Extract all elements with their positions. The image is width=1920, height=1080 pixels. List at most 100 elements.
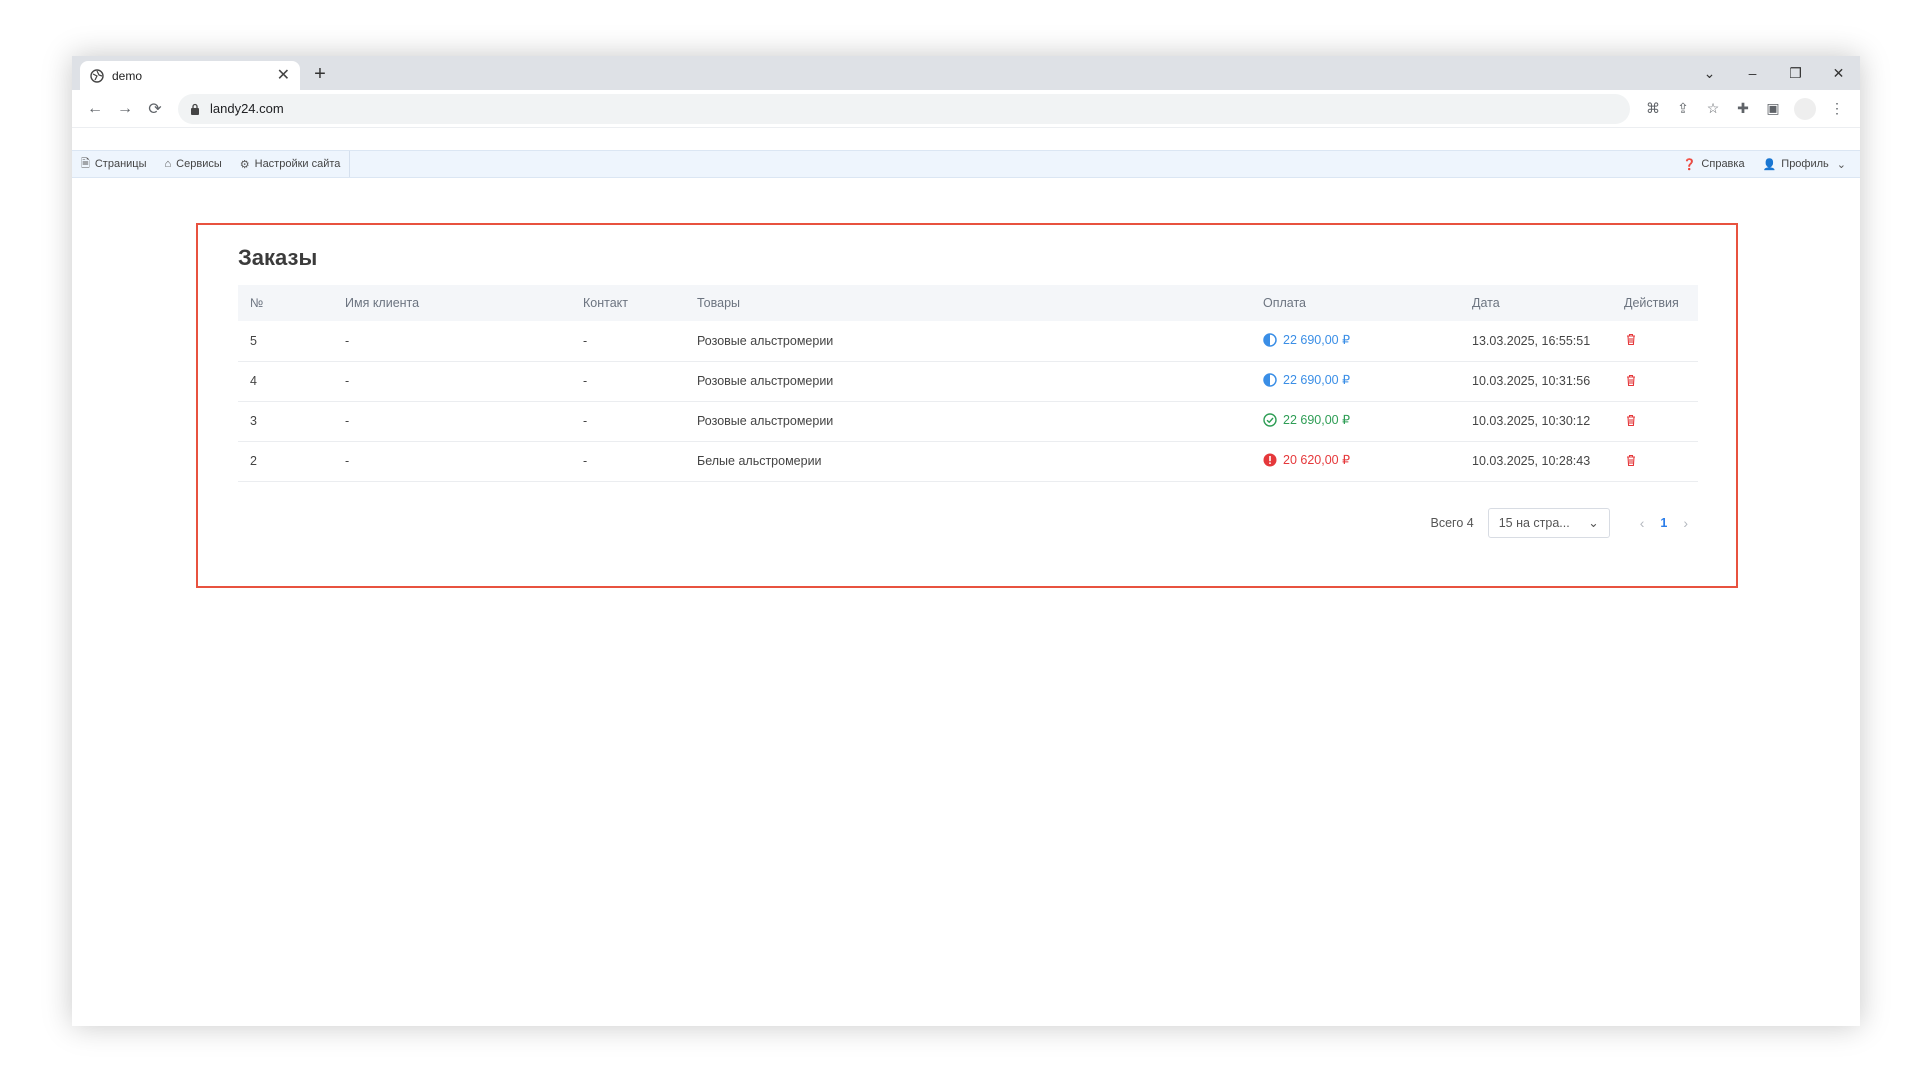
browser-window: demo ✕ + ⌄ – ❐ ✕ ← → ⟳ landy24.com ⌘ ⇪ ☆… [72, 56, 1860, 1026]
back-button[interactable]: ← [80, 94, 110, 124]
page-title: Заказы [238, 245, 318, 270]
payment-amount: 20 620,00 ₽ [1283, 453, 1351, 468]
payment-status[interactable]: 22 690,00 ₽ [1263, 412, 1350, 427]
admin-profile-label: Профиль [1781, 158, 1829, 170]
contact: - [571, 361, 685, 402]
admin-bar: 🗎 Страницы ⌂ Сервисы ⚙ Настройки сайта ❓… [72, 150, 1860, 178]
order-number: 2 [238, 441, 333, 482]
window-controls: ⌄ – ❐ ✕ [1688, 56, 1860, 90]
orders-panel: Заказы № Имя клиента Контакт Товары Опла… [196, 223, 1738, 588]
payment-cell: 22 690,00 ₽ [1251, 321, 1460, 362]
trash-icon[interactable] [1624, 332, 1638, 346]
client-name: - [333, 401, 571, 442]
tab-title: demo [112, 68, 143, 83]
side-panel-icon[interactable]: ▣ [1758, 94, 1788, 124]
table-header-row: № Имя клиента Контакт Товары Оплата Дата… [238, 285, 1698, 321]
order-date: 13.03.2025, 16:55:51 [1460, 321, 1612, 362]
gear-icon: ⚙ [239, 158, 250, 171]
next-page-button[interactable]: › [1673, 515, 1698, 531]
payment-amount: 22 690,00 ₽ [1283, 333, 1351, 347]
trash-icon[interactable] [1624, 413, 1638, 427]
column-header-goods[interactable]: Товары [685, 285, 1251, 321]
actions-cell [1612, 401, 1698, 442]
profile-avatar[interactable] [1794, 97, 1816, 120]
translate-icon[interactable]: ⌘ [1638, 94, 1668, 124]
orders-table: № Имя клиента Контакт Товары Оплата Дата… [238, 285, 1698, 482]
payment-status[interactable]: 22 690,00 ₽ [1263, 372, 1350, 387]
contact: - [571, 441, 685, 482]
table-row[interactable]: 5 - - Розовые альстромерии 22 690,00 ₽ 1… [238, 321, 1698, 362]
new-tab-button[interactable]: + [308, 62, 332, 86]
goods: Белые альстромерии [685, 441, 1251, 482]
contact: - [571, 321, 685, 362]
contact: - [571, 401, 685, 442]
pagination: Всего 4 15 на стра... ⌄ ‹ 1 › [238, 507, 1698, 538]
prev-page-button[interactable]: ‹ [1630, 515, 1655, 531]
tab-search-button[interactable]: ⌄ [1688, 65, 1731, 82]
client-name: - [333, 361, 571, 402]
table-row[interactable]: 2 - - Белые альстромерии 20 620,00 ₽ 10.… [238, 441, 1698, 482]
tab-strip: demo ✕ + ⌄ – ❐ ✕ [72, 56, 1860, 90]
column-header-payment[interactable]: Оплата [1251, 285, 1460, 321]
goods: Розовые альстромерии [685, 361, 1251, 402]
tab-close-icon[interactable]: ✕ [277, 67, 290, 84]
half-circle-icon [1263, 373, 1277, 387]
admin-pages-link[interactable]: 🗎 Страницы [72, 151, 156, 177]
column-header-contact[interactable]: Контакт [571, 285, 685, 321]
close-window-button[interactable]: ✕ [1817, 65, 1860, 82]
menu-kebab-icon[interactable]: ⋮ [1822, 94, 1852, 124]
payment-cell: 22 690,00 ₽ [1251, 401, 1460, 442]
payment-cell: 20 620,00 ₽ [1251, 441, 1460, 482]
payment-amount: 22 690,00 ₽ [1283, 373, 1351, 388]
address-bar[interactable]: landy24.com [178, 93, 1630, 124]
alert-circle-icon [1263, 453, 1277, 467]
column-header-client[interactable]: Имя клиента [333, 285, 571, 321]
client-name: - [333, 321, 571, 362]
admin-settings-link[interactable]: ⚙ Настройки сайта [231, 151, 350, 177]
help-icon: ❓ [1682, 158, 1697, 171]
actions-cell [1612, 441, 1698, 482]
admin-settings-label: Настройки сайта [254, 158, 341, 170]
payment-status[interactable]: 22 690,00 ₽ [1263, 332, 1350, 347]
goods: Розовые альстромерии [685, 401, 1251, 442]
bookmark-star-icon[interactable]: ☆ [1698, 94, 1728, 124]
page-size-select[interactable]: 15 на стра... ⌄ [1487, 507, 1610, 538]
admin-help-label: Справка [1701, 158, 1745, 170]
column-header-number[interactable]: № [238, 285, 333, 321]
address-toolbar: ← → ⟳ landy24.com ⌘ ⇪ ☆ ✚ ▣ ⋮ [72, 90, 1860, 128]
payment-status[interactable]: 20 620,00 ₽ [1263, 452, 1350, 467]
page-size-value: 15 на стра... [1498, 515, 1570, 530]
table-row[interactable]: 4 - - Розовые альстромерии 22 690,00 ₽ 1… [238, 361, 1698, 402]
share-icon[interactable]: ⇪ [1668, 94, 1698, 124]
half-circle-icon [1263, 332, 1277, 347]
trash-icon[interactable] [1624, 373, 1638, 387]
order-number: 5 [238, 321, 333, 362]
page-number-button[interactable]: 1 [1654, 516, 1673, 530]
chevron-down-icon: ⌄ [1836, 158, 1846, 171]
admin-services-link[interactable]: ⌂ Сервисы [156, 151, 231, 177]
minimize-button[interactable]: – [1731, 65, 1774, 81]
trash-icon[interactable] [1624, 453, 1638, 467]
restore-button[interactable]: ❐ [1774, 65, 1817, 82]
column-header-date[interactable]: Дата [1460, 285, 1612, 321]
chevron-down-icon: ⌄ [1588, 516, 1599, 530]
order-number: 3 [238, 401, 333, 442]
actions-cell [1612, 321, 1698, 362]
admin-profile-menu[interactable]: 👤 Профиль ⌄ [1754, 151, 1860, 177]
forward-button[interactable]: → [110, 94, 140, 124]
table-row[interactable]: 3 - - Розовые альстромерии 22 690,00 ₽ 1… [238, 401, 1698, 442]
user-icon: 👤 [1762, 158, 1777, 171]
url-text: landy24.com [210, 101, 284, 116]
reload-button[interactable]: ⟳ [140, 94, 170, 124]
order-date: 10.03.2025, 10:30:12 [1460, 401, 1612, 442]
globe-icon [90, 68, 104, 83]
toolbox-icon: ⌂ [164, 158, 172, 170]
browser-tab[interactable]: demo ✕ [80, 61, 300, 90]
admin-help-link[interactable]: ❓ Справка [1674, 151, 1754, 177]
admin-divider [349, 151, 351, 177]
admin-services-label: Сервисы [176, 158, 222, 170]
column-header-actions: Действия [1612, 285, 1698, 321]
client-name: - [333, 441, 571, 482]
extensions-icon[interactable]: ✚ [1728, 94, 1758, 124]
payment-cell: 22 690,00 ₽ [1251, 361, 1460, 402]
